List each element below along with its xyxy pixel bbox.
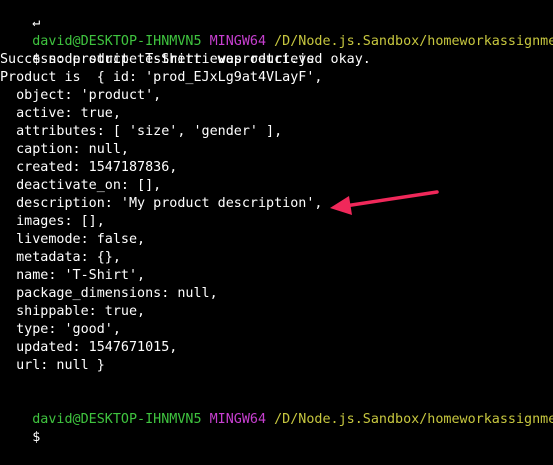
output-line: updated: 1547671015, (0, 340, 178, 355)
output-line: name: 'T-Shirt', (0, 268, 146, 283)
output-line: object: 'product', (0, 88, 162, 103)
output-line: livemode: false, (0, 232, 146, 247)
final-prompt-symbol: $ (32, 430, 41, 445)
prompt-user-host: david@DESKTOP-IHNMVN5 (32, 412, 202, 427)
output-line: url: null } (0, 358, 105, 373)
output-line: shippable: true, (0, 304, 146, 319)
output-line: Product is { id: 'prod_EJxLg9at4VLayF', (0, 70, 323, 85)
output-line: Success: product T-Shirt was retrieved o… (0, 52, 371, 67)
command-line: $ node stripetestretrieveproduct.js (0, 33, 314, 67)
output-line: images: [], (0, 214, 105, 229)
prompt-env: MINGW64 (209, 412, 267, 427)
prompt-path: /D/Node.js.Sandbox/homeworkassignment2 (274, 412, 553, 427)
prompt-line-2: david@DESKTOP-IHNMVN5 MINGW64 /D/Node.js… (0, 393, 553, 427)
output-line: package_dimensions: null, (0, 286, 218, 301)
output-line: caption: null, (0, 142, 129, 157)
output-line: attributes: [ 'size', 'gender' ], (0, 124, 283, 139)
terminal-window[interactable]: ↵ david@DESKTOP-IHNMVN5 MINGW64 /D/Node.… (0, 0, 553, 445)
output-line-description: description: 'My product description', (0, 196, 323, 211)
prompt-path: /D/Node.js.Sandbox/homeworkassignment2 (274, 34, 553, 49)
output-line: metadata: {}, (0, 250, 121, 265)
top-glyph-line: ↵ (0, 0, 40, 30)
input-line[interactable]: $ (0, 411, 40, 445)
prompt-line-1: david@DESKTOP-IHNMVN5 MINGW64 /D/Node.js… (0, 15, 553, 49)
output-line: active: true, (0, 106, 121, 121)
output-line: created: 1547187836, (0, 160, 178, 175)
output-line: type: 'good', (0, 322, 121, 337)
output-line: deactivate_on: [], (0, 178, 162, 193)
